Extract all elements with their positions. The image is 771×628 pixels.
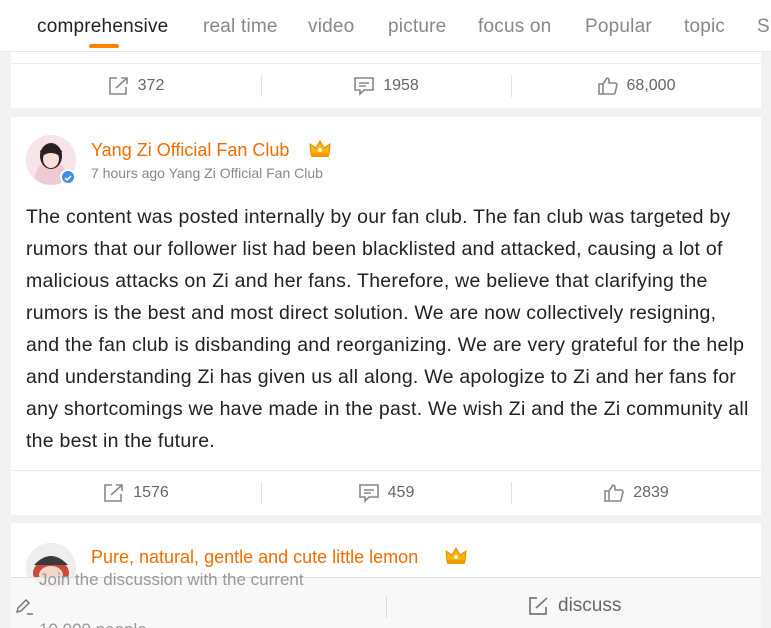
compose-icon — [529, 597, 548, 615]
discussion-bar: Join the discussion with the current 10,… — [11, 570, 761, 628]
repost-icon — [104, 484, 124, 502]
post-time: 7 hours ago — [91, 165, 165, 181]
comment-icon — [354, 77, 375, 96]
like-count: 68,000 — [626, 77, 676, 94]
participant-count: 10,000 people — [39, 620, 147, 628]
repost-button[interactable]: 1576 — [11, 471, 261, 515]
member-crown-icon — [445, 546, 467, 564]
repost-count: 1576 — [133, 484, 169, 501]
discuss-button[interactable]: discuss — [528, 595, 621, 617]
divider — [386, 596, 387, 618]
tab-picture[interactable]: picture — [388, 16, 446, 38]
comment-icon — [358, 484, 379, 503]
thumbs-up-icon — [604, 484, 625, 502]
verified-badge-icon — [60, 169, 76, 185]
post-text: The content was posted internally by our… — [26, 206, 749, 452]
tab-cut-off[interactable]: S — [757, 16, 770, 38]
edit-icon[interactable] — [15, 598, 35, 616]
like-count: 2839 — [633, 484, 669, 501]
post-username[interactable]: Yang Zi Official Fan Club — [91, 140, 289, 161]
discussion-input[interactable]: Join the discussion with the current — [39, 570, 304, 590]
post-source: Yang Zi Official Fan Club — [168, 165, 323, 181]
tab-real-time[interactable]: real time — [203, 16, 278, 38]
tab-topic[interactable]: topic — [684, 16, 725, 38]
tab-video[interactable]: video — [308, 16, 354, 38]
post-meta: 7 hours ago Yang Zi Official Fan Club — [91, 165, 323, 181]
repost-count: 372 — [137, 77, 165, 94]
comment-count: 459 — [387, 484, 415, 501]
active-tab-indicator — [89, 44, 119, 48]
tab-comprehensive[interactable]: comprehensive — [37, 16, 168, 38]
repost-button[interactable]: 372 — [11, 64, 261, 108]
discuss-label: discuss — [558, 595, 622, 616]
comment-button[interactable]: 1958 — [261, 64, 511, 108]
repost-icon — [108, 77, 128, 95]
previous-post-actions: 372 1958 68,000 — [11, 63, 761, 108]
like-button[interactable]: 68,000 — [511, 64, 761, 108]
post-card: Yang Zi Official Fan Club 7 hours ago Ya… — [11, 117, 761, 471]
comment-button[interactable]: 459 — [261, 471, 511, 515]
tab-popular[interactable]: Popular — [585, 16, 652, 38]
post-username[interactable]: Pure, natural, gentle and cute little le… — [91, 547, 418, 568]
thumbs-up-icon — [597, 77, 618, 95]
post-actions: 1576 459 2839 — [11, 470, 761, 515]
member-crown-icon — [309, 139, 331, 157]
tab-bar: comprehensive real time video picture fo… — [0, 0, 771, 52]
like-button[interactable]: 2839 — [511, 471, 761, 515]
comment-count: 1958 — [383, 77, 419, 94]
tab-focus-on[interactable]: focus on — [478, 16, 551, 38]
